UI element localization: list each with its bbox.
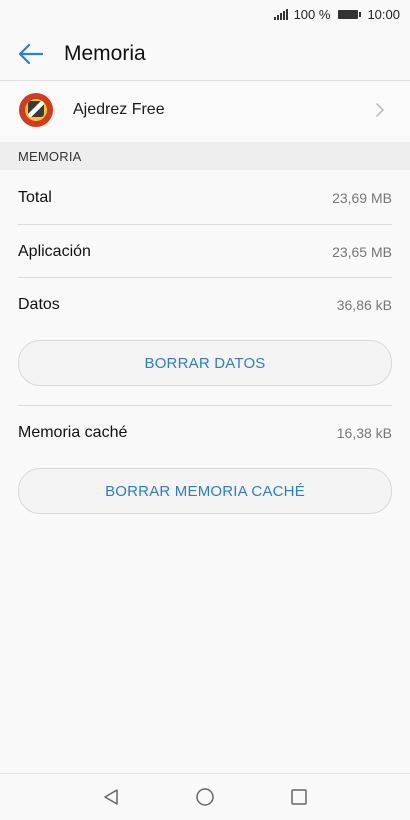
- chess-app-icon: [19, 92, 53, 127]
- nav-recents-icon[interactable]: [288, 786, 310, 808]
- battery-percent: 100 %: [293, 6, 331, 22]
- navigation-bar: [0, 773, 410, 820]
- nav-home-icon[interactable]: [194, 786, 216, 808]
- data-row: Datos 36,86 kB: [18, 278, 392, 331]
- application-row: Aplicación 23,65 MB: [18, 225, 392, 278]
- status-bar: 100 % 10:00: [0, 0, 410, 28]
- app-bar: Memoria: [0, 28, 410, 81]
- row-value: 23,65 MB: [332, 243, 392, 260]
- row-label: Total: [18, 188, 52, 206]
- nav-back-icon[interactable]: [100, 786, 122, 808]
- app-name: Ajedrez Free: [73, 100, 165, 118]
- signal-icon: [273, 8, 288, 20]
- cache-row: Memoria caché 16,38 kB: [18, 406, 392, 459]
- row-value: 23,69 MB: [332, 189, 392, 206]
- total-row: Total 23,69 MB: [18, 171, 392, 224]
- chevron-right-icon: [376, 102, 388, 117]
- row-value: 16,38 kB: [336, 424, 392, 441]
- row-label: Datos: [18, 295, 60, 313]
- page-title: Memoria: [64, 42, 146, 65]
- battery-icon: [338, 9, 362, 19]
- clear-data-button[interactable]: BORRAR DATOS: [18, 340, 392, 386]
- clock: 10:00: [367, 6, 400, 22]
- app-info-row[interactable]: Ajedrez Free: [0, 82, 410, 137]
- row-label: Memoria caché: [18, 423, 128, 441]
- section-header: MEMORIA: [0, 142, 410, 170]
- row-label: Aplicación: [18, 242, 91, 260]
- row-value: 36,86 kB: [336, 296, 392, 313]
- back-arrow-icon[interactable]: [18, 41, 44, 67]
- clear-cache-button[interactable]: BORRAR MEMORIA CACHÉ: [18, 468, 392, 514]
